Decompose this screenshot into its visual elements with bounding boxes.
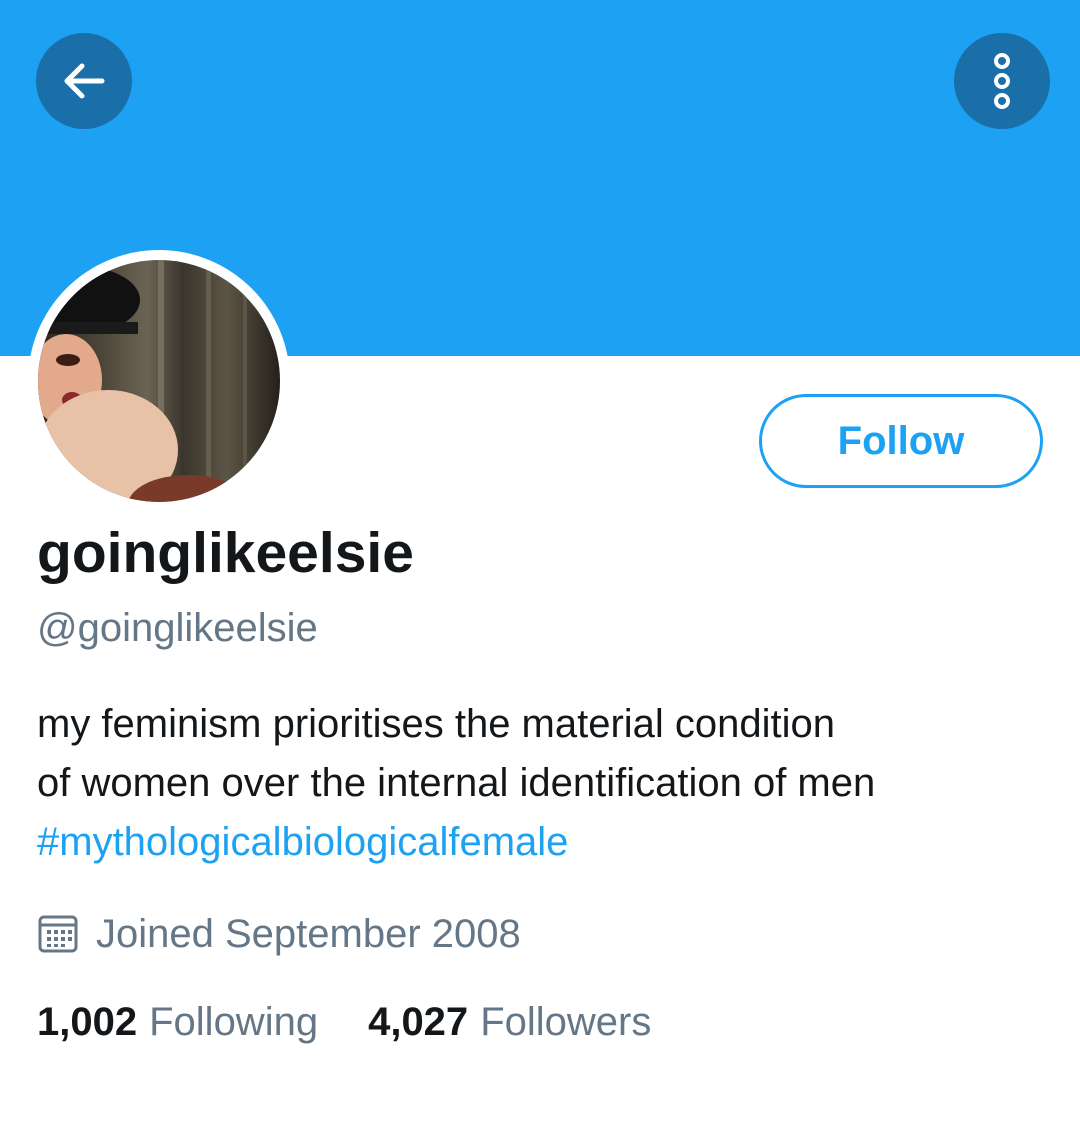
avatar-frame: [28, 250, 290, 512]
profile-stats: 1,002 Following 4,027 Followers: [37, 1000, 701, 1045]
vertical-dots-icon: [994, 53, 1010, 109]
calendar-icon: [38, 915, 78, 953]
following-count: 1,002: [37, 1000, 138, 1044]
display-name: goinglikeelsie: [37, 521, 414, 585]
bio-line: of women over the internal identificatio…: [37, 761, 876, 805]
user-handle: @goinglikeelsie: [37, 606, 318, 650]
bio: my feminism prioritises the material con…: [37, 695, 1047, 872]
hashtag-link[interactable]: #mythologicalbiologicalfemale: [37, 813, 1047, 872]
followers-count: 4,027: [368, 1000, 469, 1044]
follow-button[interactable]: Follow: [759, 394, 1043, 488]
joined-date: Joined September 2008: [37, 906, 521, 962]
avatar[interactable]: [38, 260, 280, 502]
back-button[interactable]: [36, 33, 132, 129]
following-link[interactable]: 1,002 Following: [37, 1000, 318, 1045]
more-options-button[interactable]: [954, 33, 1050, 129]
following-label: Following: [149, 1000, 319, 1044]
followers-label: Followers: [480, 1000, 652, 1044]
followers-link[interactable]: 4,027 Followers: [368, 1000, 651, 1045]
joined-text: Joined September 2008: [96, 911, 521, 956]
bio-line: my feminism prioritises the material con…: [37, 702, 836, 746]
arrow-left-icon: [64, 63, 105, 99]
